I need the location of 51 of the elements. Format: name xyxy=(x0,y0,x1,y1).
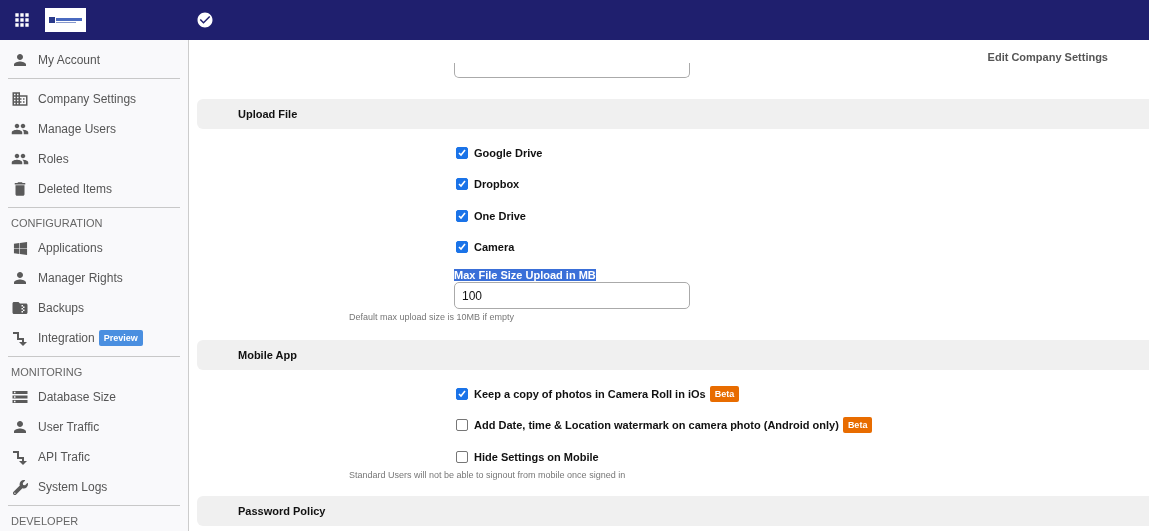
company-logo xyxy=(45,8,86,32)
flow-icon xyxy=(10,449,30,465)
sidebar-item[interactable]: Manage Users xyxy=(8,114,180,144)
page-title: Edit Company Settings xyxy=(987,51,1108,63)
checkbox-label: Google Drive xyxy=(474,146,543,159)
hint-text: Default max upload size is 10MB if empty xyxy=(348,312,516,322)
checkbox[interactable] xyxy=(456,146,468,159)
sidebar-section-header: CONFIGURATION xyxy=(10,216,104,231)
checkbox-label: Add Date, time & Location watermark on camera photo (Android only) xyxy=(474,419,839,432)
sidebar-item[interactable]: System Logs xyxy=(8,472,180,502)
checkbox[interactable] xyxy=(456,419,468,432)
section-header: Upload File xyxy=(197,99,1149,129)
beta-badge: Beta xyxy=(709,385,740,402)
zip-file-icon xyxy=(10,299,30,317)
preview-badge: Preview xyxy=(98,330,143,346)
text-field[interactable] xyxy=(454,63,690,78)
building-icon xyxy=(10,90,30,108)
sidebar-item[interactable]: Company Settings xyxy=(8,84,180,114)
section-header: Password Policy xyxy=(197,495,1149,526)
sidebar-section-header: DEVELOPER xyxy=(10,514,80,529)
sidebar-item[interactable]: My Account xyxy=(8,45,180,75)
checkbox[interactable] xyxy=(456,450,468,463)
max-file-size-input[interactable]: 100 xyxy=(454,282,690,309)
sidebar-item[interactable]: Manager Rights xyxy=(8,263,180,293)
sidebar-item[interactable]: Backups xyxy=(8,293,180,323)
hint-text: Standard Users will not be able to signout from mobile once signed in xyxy=(348,469,627,480)
sidebar-item[interactable]: Integration Preview xyxy=(8,323,180,353)
beta-badge: Beta xyxy=(842,417,873,434)
sidebar-section-header: MONITORING xyxy=(10,365,84,380)
flow-icon xyxy=(10,330,30,346)
check-circle-icon[interactable] xyxy=(196,11,214,29)
wrench-icon xyxy=(10,479,30,495)
sidebar-item[interactable]: Roles xyxy=(8,144,180,174)
sidebar-item[interactable]: API Trafic xyxy=(8,442,180,472)
database-icon xyxy=(10,388,30,406)
checkbox-label: Dropbox xyxy=(474,178,520,191)
sidebar-item[interactable]: User Traffic xyxy=(8,412,180,442)
checkbox-label: Keep a copy of photos in Camera Roll in iOs xyxy=(474,387,706,400)
sidebar-item[interactable]: Applications xyxy=(8,233,180,263)
section-header: Mobile App xyxy=(197,340,1149,370)
checkbox[interactable] xyxy=(456,241,468,254)
checkbox[interactable] xyxy=(456,387,468,400)
checkbox[interactable] xyxy=(456,178,468,191)
sidebar-item[interactable]: Database Size xyxy=(8,382,180,412)
checkbox[interactable] xyxy=(456,209,468,222)
sidebar-item[interactable]: Deleted Items xyxy=(8,174,180,204)
checkbox-label: One Drive xyxy=(474,209,526,222)
checkbox-label: Hide Settings on Mobile xyxy=(474,450,599,463)
apps-menu-icon[interactable] xyxy=(12,10,32,30)
field-label: Max File Size Upload in MB xyxy=(454,269,596,281)
checkbox-label: Camera xyxy=(474,241,515,254)
